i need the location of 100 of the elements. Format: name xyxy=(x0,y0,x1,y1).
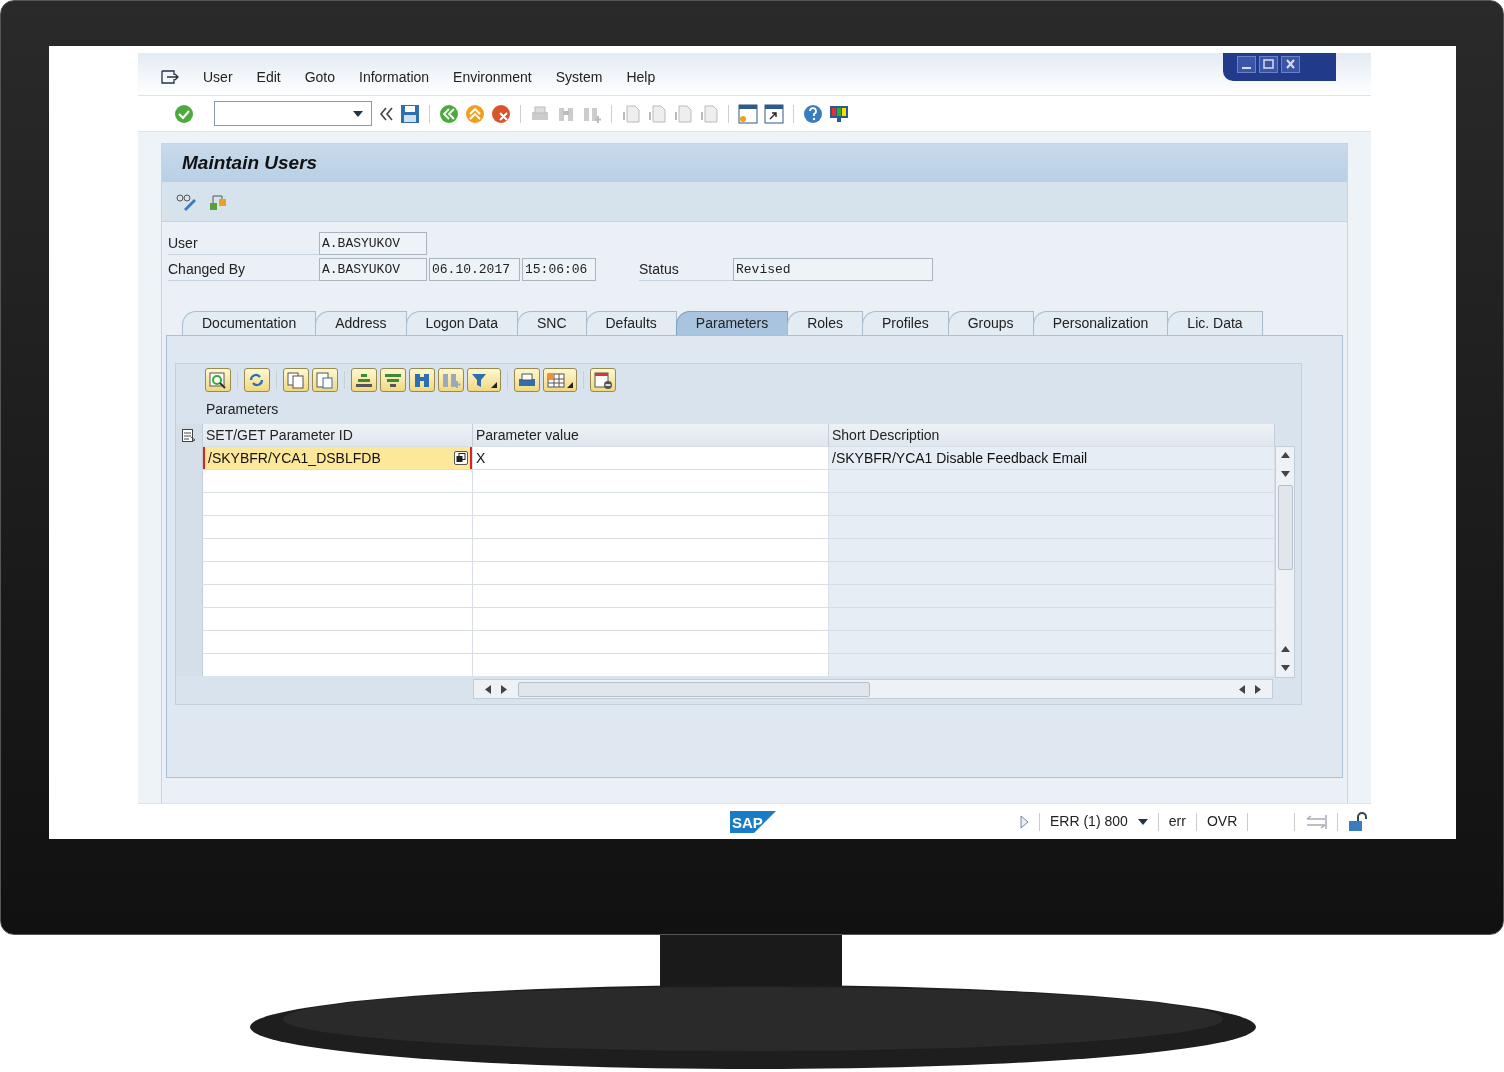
table-cell[interactable] xyxy=(203,470,473,492)
cancel-icon[interactable] xyxy=(491,103,511,124)
sort-ascending-icon[interactable] xyxy=(351,368,377,392)
tab[interactable]: Parameters xyxy=(675,311,789,335)
scroll-up-icon[interactable] xyxy=(1280,452,1290,458)
output-field: A.BASYUKOV xyxy=(319,232,427,255)
remove-row-icon[interactable] xyxy=(590,368,616,392)
scrollbar-thumb[interactable] xyxy=(1277,485,1293,570)
new-window-icon[interactable] xyxy=(738,103,758,124)
tab[interactable]: Logon Data xyxy=(405,311,518,335)
filter-icon[interactable] xyxy=(467,368,501,392)
back-icon[interactable] xyxy=(439,103,459,124)
table-cell[interactable] xyxy=(473,516,829,538)
expand-triangle-icon[interactable] xyxy=(1020,814,1029,829)
menu-icon[interactable] xyxy=(161,70,179,84)
minimize-icon[interactable] xyxy=(1237,56,1256,73)
menu-item[interactable]: Goto xyxy=(304,66,336,88)
table-cell[interactable] xyxy=(473,470,829,492)
dropdown-icon[interactable] xyxy=(353,110,363,117)
table-cell[interactable] xyxy=(203,562,473,584)
host-info: err xyxy=(1168,812,1186,831)
menu-item[interactable]: Environment xyxy=(453,66,532,88)
previous-page-icon[interactable] xyxy=(647,103,667,124)
output-field: Revised xyxy=(733,258,933,281)
tab[interactable]: Groups xyxy=(947,311,1034,335)
command-field[interactable] xyxy=(214,101,372,126)
table-cell[interactable] xyxy=(473,493,829,515)
scroll-right-icon[interactable] xyxy=(501,684,507,694)
column-header[interactable]: Short Description xyxy=(829,424,1275,446)
table-cell[interactable] xyxy=(203,608,473,630)
insert-mode: OVR xyxy=(1206,812,1238,831)
table-cell[interactable] xyxy=(203,654,473,676)
scrollbar-thumb[interactable] xyxy=(518,681,870,697)
output-field: A.BASYUKOV xyxy=(319,258,427,281)
vertical-scrollbar[interactable] xyxy=(1275,446,1295,678)
select-all-icon[interactable] xyxy=(182,428,196,442)
output-field: 15:06:06 xyxy=(522,258,596,281)
check-icon[interactable] xyxy=(174,103,194,124)
table-cell[interactable] xyxy=(473,562,829,584)
system-info: ERR (1) 800 xyxy=(1050,812,1128,831)
tab[interactable]: SNC xyxy=(516,311,587,335)
exit-icon[interactable] xyxy=(465,103,485,124)
layout-grid-icon[interactable] xyxy=(543,368,577,392)
table-cell[interactable] xyxy=(473,539,829,561)
sort-descending-icon[interactable] xyxy=(380,368,406,392)
tab[interactable]: Lic. Data xyxy=(1167,311,1263,335)
value-help-button[interactable] xyxy=(454,451,468,465)
padlock-icon[interactable] xyxy=(1348,811,1369,832)
scroll-left-icon[interactable] xyxy=(1239,684,1245,694)
horizontal-scrollbar[interactable] xyxy=(473,679,1273,699)
table-cell[interactable] xyxy=(473,585,829,607)
table-cell[interactable] xyxy=(203,631,473,653)
menu-item[interactable]: User xyxy=(203,66,233,88)
table-cell[interactable] xyxy=(473,654,829,676)
tab[interactable]: Address xyxy=(315,311,407,335)
table-cell[interactable] xyxy=(203,585,473,607)
save-icon[interactable] xyxy=(400,103,420,124)
scroll-down-icon[interactable] xyxy=(1280,471,1290,477)
input-cell[interactable]: X xyxy=(473,447,829,469)
first-page-icon[interactable] xyxy=(621,103,641,124)
maximize-icon[interactable] xyxy=(1259,56,1278,73)
tab[interactable]: Profiles xyxy=(862,311,949,335)
menu-item[interactable]: Information xyxy=(359,66,430,88)
refresh-icon[interactable] xyxy=(244,368,270,392)
scroll-right-icon[interactable] xyxy=(1255,684,1261,694)
table-cell[interactable] xyxy=(203,493,473,515)
output-field: 06.10.2017 xyxy=(429,258,520,281)
column-header[interactable]: Parameter value xyxy=(473,424,829,446)
details-icon[interactable] xyxy=(205,368,231,392)
input-cell[interactable]: /SKYBFR/YCA1_DSBLFDB xyxy=(203,447,473,469)
table-cell[interactable] xyxy=(203,539,473,561)
monitor-icon[interactable] xyxy=(829,103,849,124)
scroll-left-icon[interactable] xyxy=(485,684,491,694)
print-icon[interactable] xyxy=(514,368,540,392)
help-icon[interactable] xyxy=(803,103,823,124)
binoculars-icon[interactable] xyxy=(409,368,435,392)
column-header[interactable]: SET/GET Parameter ID xyxy=(203,424,473,446)
tab[interactable]: Documentation xyxy=(182,311,317,335)
table-cell[interactable] xyxy=(203,516,473,538)
tab[interactable]: Roles xyxy=(787,311,863,335)
menu-item[interactable]: Edit xyxy=(256,66,281,88)
dropdown-icon[interactable] xyxy=(1137,818,1148,825)
scroll-down-icon[interactable] xyxy=(1280,665,1290,671)
tab[interactable]: Defaults xyxy=(585,311,677,335)
close-icon[interactable] xyxy=(1281,56,1300,73)
last-page-icon[interactable] xyxy=(699,103,719,124)
arrows-icon[interactable] xyxy=(1305,813,1328,830)
copy-icon[interactable] xyxy=(283,368,309,392)
table-cell: /SKYBFR/YCA1 Disable Feedback Email xyxy=(829,447,1275,469)
menu-item[interactable]: System xyxy=(555,66,603,88)
shortcut-icon[interactable] xyxy=(764,103,784,124)
paste-icon[interactable] xyxy=(312,368,338,392)
table-cell[interactable] xyxy=(473,608,829,630)
scroll-up-icon[interactable] xyxy=(1280,646,1290,652)
glasses-pencil-icon[interactable] xyxy=(176,191,198,212)
tab[interactable]: Personalization xyxy=(1032,311,1169,335)
menu-item[interactable]: Help xyxy=(626,66,656,88)
next-page-icon[interactable] xyxy=(673,103,693,124)
binoculars-plus-icon[interactable] xyxy=(438,368,464,392)
table-cell[interactable] xyxy=(473,631,829,653)
